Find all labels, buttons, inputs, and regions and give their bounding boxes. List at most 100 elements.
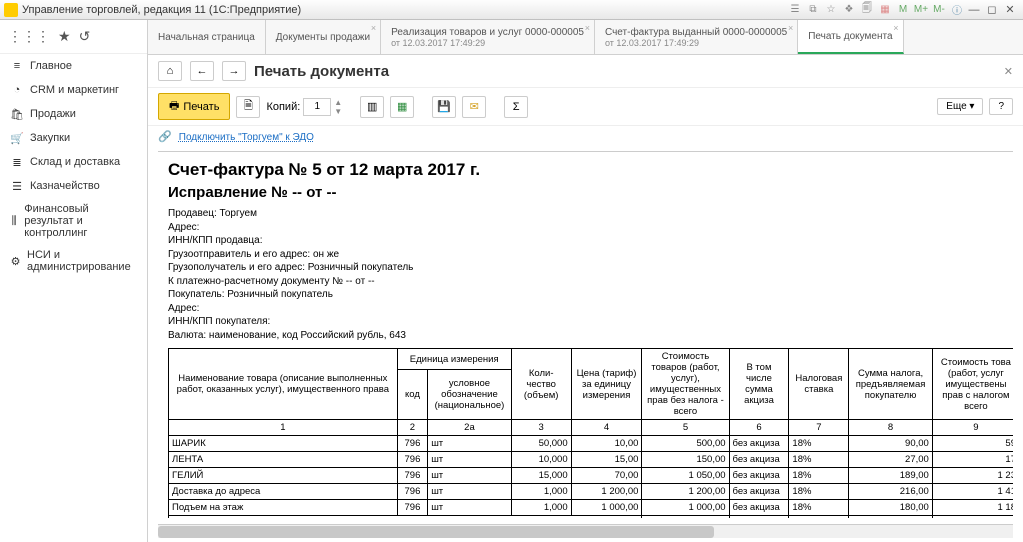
tab-close-icon[interactable]: × [585, 23, 590, 33]
scrollbar-thumb[interactable] [158, 526, 714, 538]
cell: 796 [397, 500, 427, 516]
col-cost: Стоимость товаров (работ, услуг), имущес… [642, 349, 729, 420]
copies-input[interactable] [303, 98, 331, 116]
tab-label: Начальная страница [158, 32, 255, 43]
cell: 796 [397, 468, 427, 484]
tool-icon[interactable]: M- [931, 2, 947, 18]
colnum-row: 122а3456789 [169, 420, 1014, 436]
cell: 1 000,00 [571, 500, 642, 516]
more-button[interactable]: Еще ▾ [937, 98, 983, 115]
sidebar-label: Казначейство [30, 180, 100, 192]
edo-link-line: 🔗 Подключить "Торгуем" к ЭДО [148, 126, 1023, 147]
sidebar-item[interactable]: ◔CRM и маркетинг [0, 78, 147, 102]
tool-icon[interactable]: M [895, 2, 911, 18]
apps-icon[interactable]: ⋮⋮⋮ [8, 28, 50, 45]
copies-label: Копий: [266, 101, 300, 113]
sidebar-item[interactable]: ≣Склад и доставка [0, 150, 147, 174]
cell: 796 [397, 436, 427, 452]
sidebar-item[interactable]: 🛒Закупки [0, 126, 147, 150]
preview-button[interactable]: 🗎 [236, 96, 260, 118]
cell: Подъем на этаж [169, 500, 398, 516]
history-icon[interactable]: ↺ [79, 28, 91, 45]
document-scroll-area[interactable]: Счет-фактура № 5 от 12 марта 2017 г. Исп… [158, 151, 1013, 518]
sidebar-item[interactable]: ☰Казначейство [0, 174, 147, 198]
tab-sub: от 12.03.2017 17:49:29 [605, 38, 787, 48]
tab[interactable]: Счет-фактура выданный 0000-0000005от 12.… [595, 20, 798, 54]
table-row: Доставка до адреса 796 шт 1,000 1 200,00… [169, 484, 1014, 500]
cell: 1 050,00 [642, 468, 729, 484]
close-button[interactable]: ✕ [1001, 2, 1019, 18]
cell: 1 200,00 [571, 484, 642, 500]
tab[interactable]: Реализация товаров и услуг 0000-000005от… [381, 20, 595, 54]
content-area: Начальная страницаДокументы продажи×Реал… [148, 20, 1023, 542]
colnum-cell: 7 [789, 420, 849, 436]
link-icon: 🔗 [158, 131, 172, 143]
meta-line: Грузоотправитель и его адрес: он же [168, 248, 1003, 262]
sidebar-top-icons: ⋮⋮⋮ ★ ↺ [0, 24, 147, 54]
sidebar-icon: ⚙ [10, 254, 21, 268]
tool-icon[interactable]: ⧉ [805, 2, 821, 18]
col-unit: Единица измерения [397, 349, 511, 370]
cell: 18% [789, 436, 849, 452]
sidebar-label: Продажи [30, 108, 76, 120]
cell: 10,00 [571, 436, 642, 452]
sidebar-item[interactable]: ⚙НСИ и администрирование [0, 244, 147, 278]
sum-button[interactable]: Σ [504, 96, 528, 118]
sidebar-icon: ◔ [10, 83, 24, 97]
window-title: Управление торговлей, редакция 11 (1С:Пр… [22, 4, 787, 16]
star-icon[interactable]: ★ [58, 28, 71, 45]
colnum-cell: 4 [571, 420, 642, 436]
tool-icon[interactable]: 🗐 [859, 2, 875, 18]
col-tax: Сумма налога, предъявляемая покупателю [849, 349, 933, 420]
back-button[interactable]: ← [190, 61, 214, 81]
horizontal-scrollbar[interactable] [158, 524, 1013, 538]
tab-close-icon[interactable]: × [788, 23, 793, 33]
print-button[interactable]: 🖶 Печать [158, 93, 230, 120]
send-button[interactable]: ✉ [462, 96, 486, 118]
meta-line: К платежно-расчетному документу № -- от … [168, 275, 1003, 289]
tab[interactable]: Документы продажи× [266, 20, 381, 54]
tab-close-icon[interactable]: × [893, 23, 898, 33]
tool-icon[interactable]: ⓘ [949, 2, 965, 18]
edo-link[interactable]: Подключить "Торгуем" к ЭДО [179, 132, 314, 143]
tab[interactable]: Печать документа× [798, 20, 903, 54]
copies-up[interactable]: ▲▼ [334, 98, 342, 116]
close-page-icon[interactable]: ✕ [1004, 65, 1013, 78]
minimize-button[interactable]: — [965, 2, 983, 18]
sidebar-icon: ≣ [10, 155, 24, 169]
sidebar-label: Главное [30, 60, 72, 72]
layout-button[interactable]: ▥ [360, 96, 384, 118]
tool-icon[interactable]: ▦ [877, 2, 893, 18]
grid-button[interactable]: ▦ [390, 96, 414, 118]
save-button[interactable]: 💾 [432, 96, 456, 118]
colnum-cell: 1 [169, 420, 398, 436]
tab-close-icon[interactable]: × [371, 23, 376, 33]
help-button[interactable]: ? [989, 98, 1013, 115]
tool-icon[interactable]: ❖ [841, 2, 857, 18]
forward-button[interactable]: → [222, 61, 246, 81]
cell: 1 000,00 [642, 500, 729, 516]
cell [729, 516, 789, 519]
cell: 702,00 [849, 516, 933, 519]
cell: шт [428, 452, 512, 468]
sidebar-item[interactable]: 🛍Продажи [0, 102, 147, 126]
cell: шт [428, 484, 512, 500]
colnum-cell: 2 [397, 420, 427, 436]
meta-line: Покупатель: Розничный покупатель [168, 288, 1003, 302]
tool-icon[interactable]: ☰ [787, 2, 803, 18]
maximize-button[interactable]: ◻ [983, 2, 1001, 18]
tool-icon[interactable]: ☆ [823, 2, 839, 18]
meta-line: Адрес: [168, 221, 1003, 235]
tab-label: Документы продажи [276, 32, 370, 43]
cell: 1 200,00 [642, 484, 729, 500]
home-button[interactable]: ⌂ [158, 61, 182, 81]
tab-label: Счет-фактура выданный 0000-0000005 [605, 27, 787, 38]
meta-line: ИНН/КПП покупателя: [168, 315, 1003, 329]
printer-icon: 🖶 [169, 97, 179, 116]
tool-icon[interactable]: M+ [913, 2, 929, 18]
sidebar-item[interactable]: ⫼Финансовый результат и контроллинг [0, 198, 147, 244]
tab-sub: от 12.03.2017 17:49:29 [391, 38, 584, 48]
tab[interactable]: Начальная страница [148, 20, 266, 54]
cell: Всего к оплате [169, 516, 642, 519]
sidebar-item[interactable]: ≡Главное [0, 54, 147, 78]
